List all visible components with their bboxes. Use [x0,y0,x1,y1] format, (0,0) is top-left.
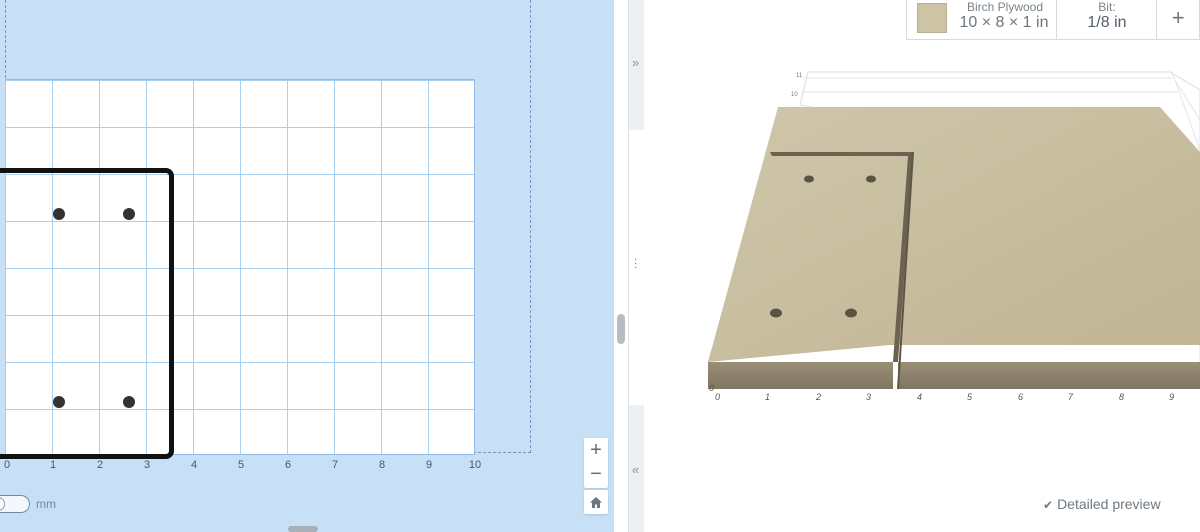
bit-label: Bit: [1098,0,1116,14]
preview-hole [770,308,782,318]
add-bit-button[interactable]: + [1157,0,1199,39]
detailed-preview-label: Detailed preview [1057,496,1161,512]
x-tick: 8 [1119,392,1124,402]
x-tick: 5 [967,392,973,402]
preview-hole [845,308,857,318]
stock-toolbar: Birch Plywood 10 × 8 × 1 in Bit: 1/8 in … [906,0,1200,40]
stock-top-face [708,107,1200,362]
material-selector[interactable]: Birch Plywood 10 × 8 × 1 in [907,0,1057,39]
material-dimensions: 10 × 8 × 1 in [959,14,1049,31]
x-tick: 6 [1018,392,1023,402]
x-tick: 9 [1169,392,1174,402]
z-axis-tick: 11 [796,73,803,79]
x-tick: 1 [765,392,770,402]
x-tick: 2 [815,392,821,402]
x-tick: 3 [866,392,871,402]
stock-front-face [898,362,1200,389]
x-tick: 4 [917,392,922,402]
bit-selector[interactable]: Bit: 1/8 in [1057,0,1158,39]
material-name: Birch Plywood [966,0,1044,14]
preview-hole [866,175,876,183]
stock-front-face [708,362,893,389]
preview-x-ticks: 0 1 2 3 4 5 6 7 8 9 [715,392,1174,402]
bit-value: 1/8 in [1087,14,1127,31]
z-axis-tick: 10 [791,92,798,98]
detailed-preview-toggle[interactable]: ✔ Detailed preview [1043,496,1161,512]
x-tick: 7 [1068,392,1074,402]
origin-label: 0 [709,383,714,393]
material-swatch [917,3,947,33]
preview-hole [804,175,814,183]
x-tick: 0 [715,392,720,402]
checkmark-icon: ✔ [1043,498,1054,512]
preview-3d-render[interactable]: 11 10 0 0 1 2 3 4 5 6 7 8 9 [0,0,1200,532]
